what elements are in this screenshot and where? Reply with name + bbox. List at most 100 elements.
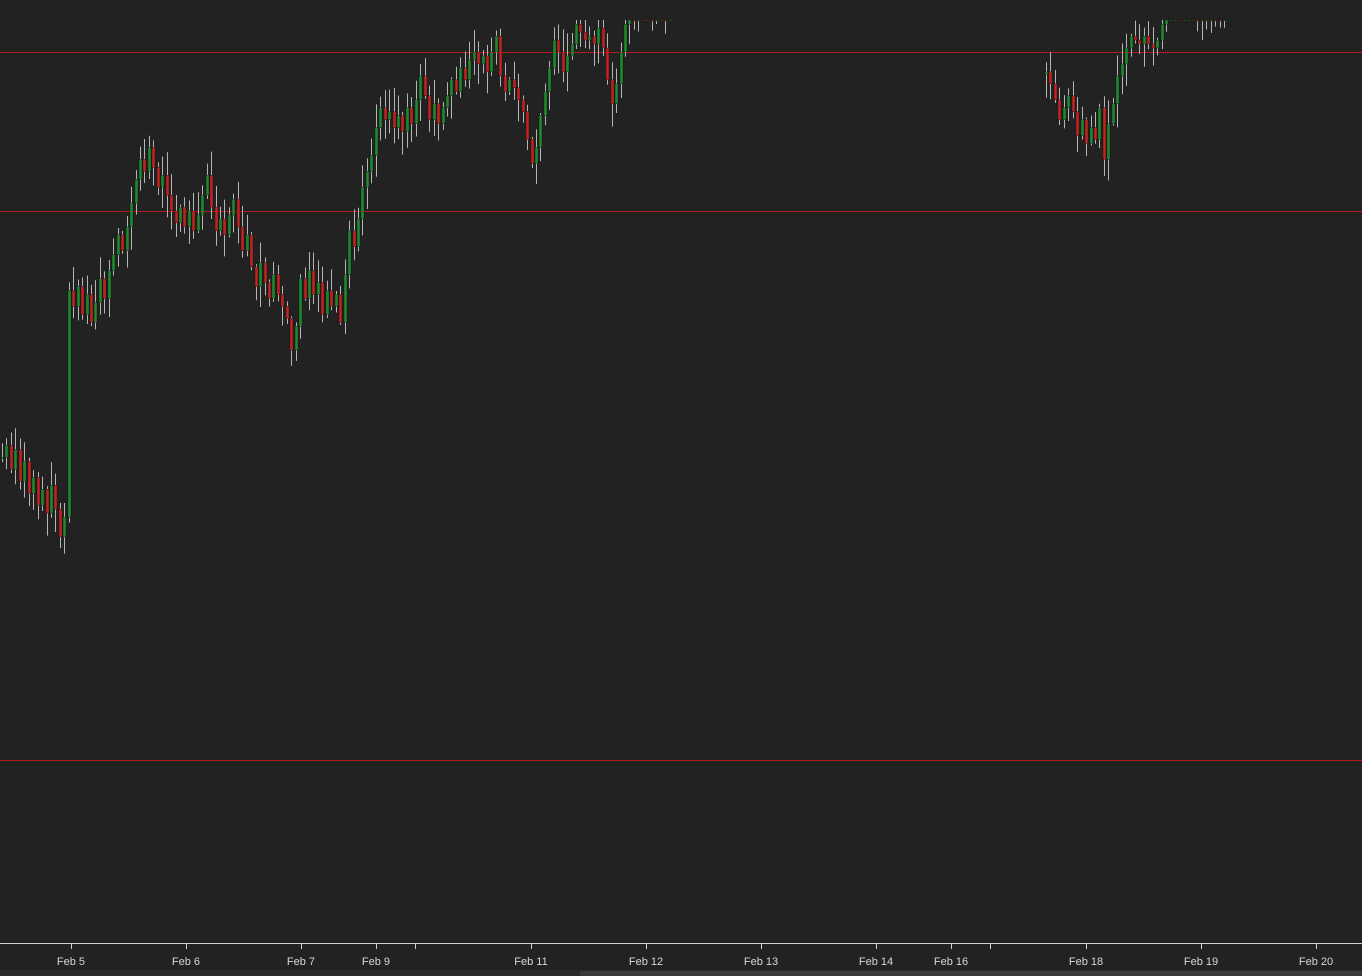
candle-body-down <box>169 194 174 212</box>
candle-body-up <box>467 59 472 81</box>
candle-body-down <box>151 147 156 168</box>
chart-canvas[interactable]: Feb 5 Feb 6 Feb 7 Feb 9 Feb 11 Feb 12 Feb 13 Fe… <box>0 0 1362 976</box>
candle-body-up <box>4 445 9 458</box>
candle-body-up <box>1120 63 1125 77</box>
candle <box>641 19 646 22</box>
candle-body-down <box>578 23 583 33</box>
candle-body-down <box>423 75 428 96</box>
candle-body-up <box>418 75 423 100</box>
x-tick-label: Feb 13 <box>744 956 778 968</box>
candle-body-up <box>1066 95 1071 108</box>
candle <box>645 19 650 22</box>
candle-body-up <box>619 51 624 84</box>
candle-body-down <box>392 111 397 128</box>
candle-body-down <box>561 51 566 73</box>
candle-body-down <box>1057 99 1062 120</box>
candle-body-down <box>311 270 316 295</box>
candle <box>1191 19 1196 22</box>
x-tick-label: Feb 9 <box>362 956 390 968</box>
candle-body-up <box>62 516 67 538</box>
candle-body-up <box>405 107 410 132</box>
horizontal-scrollbar-thumb[interactable] <box>580 971 1362 976</box>
x-tick-label: Feb 18 <box>1069 956 1103 968</box>
candle-body-down <box>209 175 214 208</box>
candle-body-down <box>498 35 503 77</box>
candle-body-down <box>329 290 334 307</box>
candle-body-down <box>409 107 414 124</box>
candle-body-up <box>116 234 121 255</box>
candle-body-up <box>316 282 321 295</box>
candle-body-up <box>627 19 632 25</box>
candle <box>668 19 673 22</box>
candle-body-down <box>610 79 615 104</box>
candle-body-down <box>58 508 63 538</box>
candle-body-down <box>320 282 325 315</box>
candle-body-down <box>525 111 530 140</box>
candle <box>623 20 628 57</box>
candle-body-up <box>67 290 72 518</box>
x-tick-label: Feb 11 <box>514 956 547 968</box>
candle-body-down <box>289 318 294 351</box>
candle <box>659 19 664 22</box>
candle-body-down <box>352 230 357 247</box>
chart-background <box>0 0 1362 976</box>
candle-body-down <box>1195 19 1200 22</box>
candle-body-down <box>1075 111 1080 136</box>
candle-body-up <box>1200 19 1205 22</box>
candle-body-down <box>89 294 94 323</box>
candle-body-down <box>285 306 290 319</box>
candle-body-up <box>31 477 36 494</box>
candle-body-down <box>601 27 606 49</box>
candle-body-down <box>280 294 285 307</box>
candle-body-up <box>396 115 401 128</box>
candle-body-up <box>129 202 134 228</box>
candle-body-up <box>387 111 392 120</box>
candle-body-down <box>632 19 637 22</box>
candle-body-down <box>530 139 535 164</box>
candle-body-up <box>645 19 650 22</box>
candle-body-down <box>1093 127 1098 140</box>
candle-body-down <box>191 210 196 232</box>
candle-body-down <box>516 87 521 100</box>
candle <box>249 232 254 271</box>
candle-body-up <box>654 19 659 22</box>
x-tick-label: Feb 20 <box>1299 956 1333 968</box>
candlestick-chart[interactable]: Feb 5 Feb 6 Feb 7 Feb 9 Feb 11 Feb 12 Feb 13 Fe… <box>0 0 1362 976</box>
candle-body-up <box>534 147 539 164</box>
candle-body-up <box>1182 19 1187 22</box>
candle-body-down <box>174 210 179 224</box>
candle <box>1169 19 1174 22</box>
candle-body-up <box>125 226 130 251</box>
candle-body-down <box>1191 19 1196 22</box>
candle-body-down <box>512 79 517 88</box>
candle-body-up <box>614 83 619 104</box>
candle-body-up <box>231 198 236 216</box>
candle-body-up <box>1173 19 1178 22</box>
x-tick-label: Feb 6 <box>172 956 200 968</box>
candle-body-up <box>432 103 437 120</box>
candle-body-down <box>267 282 272 299</box>
candle-body-up <box>347 230 352 275</box>
candle-body-up <box>543 91 548 116</box>
candle-body-up <box>668 19 673 22</box>
candle-body-up <box>200 194 205 216</box>
candle-body-down <box>583 31 588 41</box>
candle-body-up <box>245 234 250 251</box>
candle-body-down <box>236 198 241 228</box>
candle-body-down <box>650 19 655 22</box>
candle-body-up <box>147 147 152 172</box>
candle-body-up <box>449 79 454 96</box>
candle-body-down <box>521 99 526 112</box>
candle-body-up <box>374 127 379 156</box>
x-tick-label: Feb 12 <box>629 956 663 968</box>
candle-body-down <box>556 39 561 53</box>
candle-body-down <box>1102 107 1107 160</box>
candle-body-up <box>587 35 592 41</box>
candle-body-up <box>160 175 165 188</box>
candle-body-up <box>1089 127 1094 144</box>
candle-body-down <box>1048 71 1053 85</box>
x-tick-label: Feb 16 <box>934 956 968 968</box>
candle-body-down <box>120 234 125 251</box>
candle-body-up <box>365 171 370 188</box>
candle-body-up <box>40 489 45 506</box>
